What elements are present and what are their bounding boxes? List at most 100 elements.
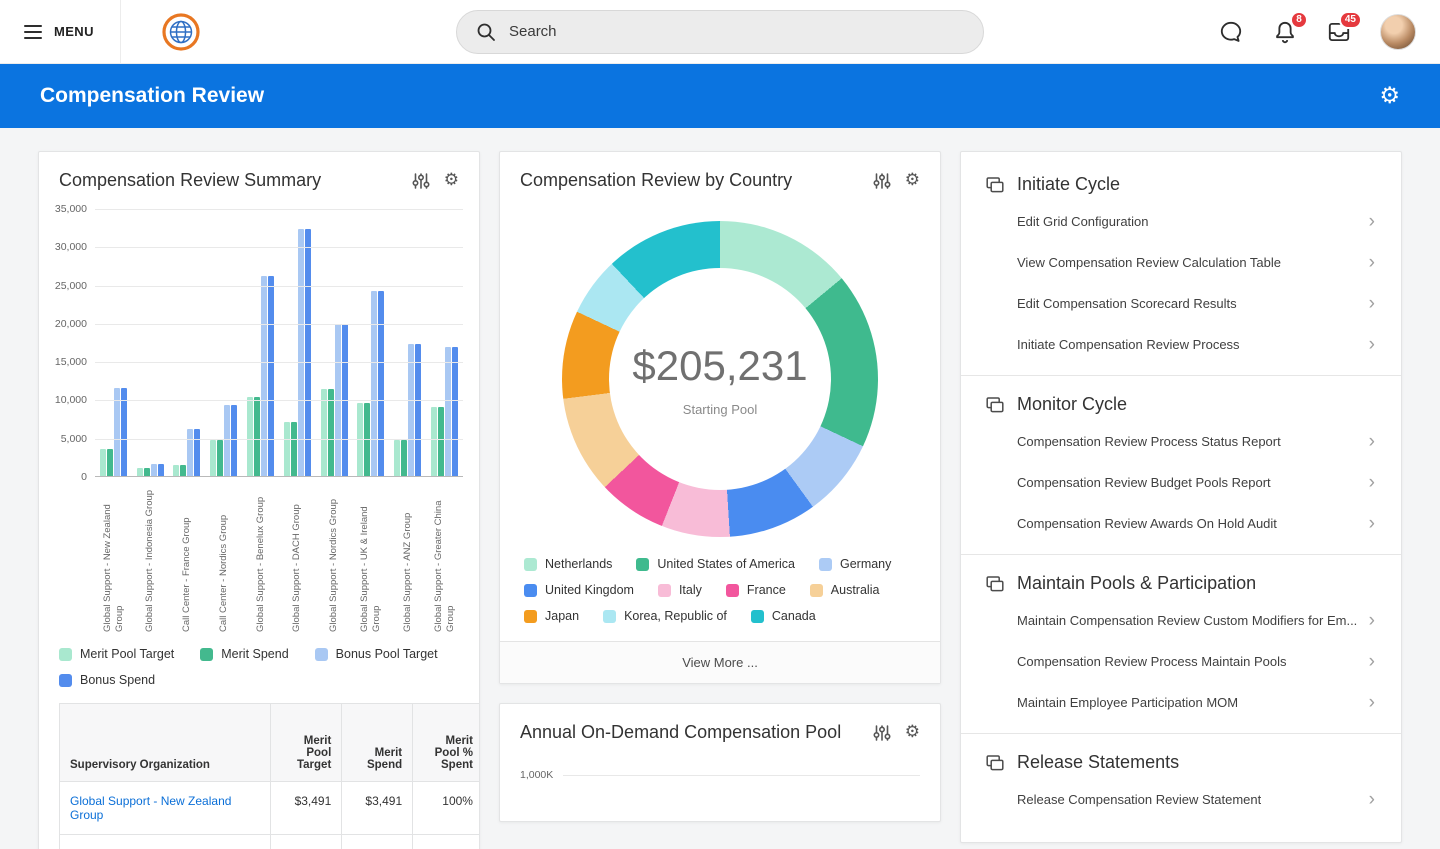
chart-settings-icon[interactable] bbox=[873, 724, 891, 742]
chevron-right-icon: › bbox=[1369, 693, 1375, 712]
bar-merit-spend[interactable] bbox=[291, 422, 297, 476]
company-logo[interactable] bbox=[161, 12, 201, 52]
bar-merit-spend[interactable] bbox=[217, 440, 223, 476]
chevron-right-icon: › bbox=[1369, 514, 1375, 533]
bar-merit-pool-target[interactable] bbox=[173, 465, 179, 476]
divider bbox=[120, 0, 121, 64]
y-axis-tick-label: 25,000 bbox=[55, 280, 87, 292]
legend-swatch bbox=[726, 584, 739, 597]
bar-bonus-spend[interactable] bbox=[158, 464, 164, 476]
bar-merit-spend[interactable] bbox=[144, 468, 150, 476]
annual-on-demand-pool-card: Annual On-Demand Compensation Pool ⚙ bbox=[499, 703, 941, 822]
bar-bonus-spend[interactable] bbox=[452, 347, 458, 476]
x-axis-category-label: Global Support - Nordics Group bbox=[316, 477, 353, 633]
hamburger-icon bbox=[24, 25, 42, 39]
search-input[interactable] bbox=[509, 23, 965, 40]
bar-merit-pool-target[interactable] bbox=[137, 468, 143, 476]
task-section: Release StatementsRelease Compensation R… bbox=[961, 733, 1401, 830]
table-header-cell: Merit Spend bbox=[342, 704, 413, 782]
gridline bbox=[95, 324, 463, 325]
bar-bonus-spend[interactable] bbox=[415, 344, 421, 476]
bar-bonus-pool-target[interactable] bbox=[371, 291, 377, 476]
bar-bonus-pool-target[interactable] bbox=[261, 276, 267, 476]
bar-bonus-pool-target[interactable] bbox=[408, 344, 414, 476]
bar-bonus-spend[interactable] bbox=[378, 291, 384, 476]
legend-label: Merit Pool Target bbox=[80, 647, 174, 661]
chevron-right-icon: › bbox=[1369, 473, 1375, 492]
bar-merit-pool-target[interactable] bbox=[247, 397, 253, 476]
table-header-row: Supervisory OrganizationMerit Pool Targe… bbox=[60, 704, 480, 782]
task-label: Maintain Compensation Review Custom Modi… bbox=[1017, 613, 1357, 628]
task-link[interactable]: Compensation Review Process Maintain Poo… bbox=[985, 641, 1377, 682]
legend-item: Merit Spend bbox=[200, 647, 288, 661]
table-row: Global Support - New Zealand Group$3,491… bbox=[60, 782, 480, 835]
task-label: Initiate Compensation Review Process bbox=[1017, 337, 1240, 352]
table-cell: 100% bbox=[413, 782, 479, 835]
bar-merit-pool-target[interactable] bbox=[210, 440, 216, 476]
bar-merit-spend[interactable] bbox=[107, 449, 113, 476]
task-link[interactable]: Edit Compensation Scorecard Results› bbox=[985, 283, 1377, 324]
bar-merit-spend[interactable] bbox=[180, 465, 186, 476]
bar-merit-spend[interactable] bbox=[328, 389, 334, 476]
bar-bonus-pool-target[interactable] bbox=[151, 464, 157, 476]
bar-merit-spend[interactable] bbox=[254, 397, 260, 476]
task-link[interactable]: Release Compensation Review Statement› bbox=[985, 779, 1377, 820]
x-axis-category-label: Global Support - Indonesia Group bbox=[132, 477, 169, 633]
y-axis-tick-label: 20,000 bbox=[55, 318, 87, 330]
profile-avatar[interactable] bbox=[1380, 14, 1416, 50]
bar-merit-pool-target[interactable] bbox=[100, 449, 106, 476]
bar-merit-pool-target[interactable] bbox=[431, 407, 437, 476]
chat-button[interactable] bbox=[1218, 19, 1244, 45]
task-link[interactable]: View Compensation Review Calculation Tab… bbox=[985, 242, 1377, 283]
notifications-button[interactable]: 8 bbox=[1272, 19, 1298, 45]
table-cell-org: Global Support - New Zealand Group bbox=[60, 782, 271, 835]
gridline bbox=[95, 400, 463, 401]
task-link[interactable]: Initiate Compensation Review Process› bbox=[985, 324, 1377, 365]
reports-icon bbox=[985, 753, 1005, 773]
task-link[interactable]: Maintain Compensation Review Custom Modi… bbox=[985, 600, 1377, 641]
bar-merit-pool-target[interactable] bbox=[321, 389, 327, 476]
bar-bonus-pool-target[interactable] bbox=[224, 405, 230, 476]
chart-settings-icon[interactable] bbox=[412, 172, 430, 190]
bar-bonus-spend[interactable] bbox=[268, 276, 274, 476]
bar-group bbox=[426, 209, 463, 476]
inbox-button[interactable]: 45 bbox=[1326, 19, 1352, 45]
legend-label: Japan bbox=[545, 609, 579, 623]
card-gear-icon[interactable]: ⚙ bbox=[905, 724, 920, 741]
legend-label: Italy bbox=[679, 583, 702, 597]
legend-swatch bbox=[819, 558, 832, 571]
task-link[interactable]: Maintain Employee Participation MOM› bbox=[985, 682, 1377, 723]
bar-bonus-pool-target[interactable] bbox=[187, 429, 193, 476]
x-axis-category-label: Global Support - Greater China Group bbox=[426, 477, 463, 633]
card-title: Compensation Review Summary bbox=[59, 170, 398, 191]
gridline bbox=[95, 209, 463, 210]
menu-label: MENU bbox=[54, 24, 94, 39]
legend-swatch bbox=[59, 648, 72, 661]
bar-bonus-spend[interactable] bbox=[231, 405, 237, 476]
legend-item: Bonus Spend bbox=[59, 673, 155, 687]
bar-merit-spend[interactable] bbox=[401, 440, 407, 476]
y-axis-tick-label: 35,000 bbox=[55, 203, 87, 215]
global-menu-button[interactable]: MENU bbox=[24, 24, 94, 39]
task-label: Compensation Review Process Maintain Poo… bbox=[1017, 654, 1287, 669]
task-link[interactable]: Compensation Review Awards On Hold Audit… bbox=[985, 503, 1377, 544]
bar-merit-pool-target[interactable] bbox=[284, 422, 290, 476]
page-settings-gear-icon[interactable]: ⚙ bbox=[1379, 85, 1400, 108]
card-gear-icon[interactable]: ⚙ bbox=[444, 172, 459, 189]
view-more-button[interactable]: View More ... bbox=[500, 641, 940, 683]
chart-settings-icon[interactable] bbox=[873, 172, 891, 190]
legend-item: United Kingdom bbox=[524, 583, 634, 597]
bar-merit-spend[interactable] bbox=[438, 407, 444, 476]
bar-group bbox=[389, 209, 426, 476]
supervisory-org-link[interactable]: Global Support - New Zealand Group bbox=[70, 794, 231, 822]
task-link[interactable]: Compensation Review Budget Pools Report› bbox=[985, 462, 1377, 503]
bar-merit-pool-target[interactable] bbox=[394, 440, 400, 476]
legend-label: Korea, Republic of bbox=[624, 609, 727, 623]
bar-bonus-pool-target[interactable] bbox=[445, 347, 451, 476]
bar-bonus-spend[interactable] bbox=[194, 429, 200, 476]
task-link[interactable]: Compensation Review Process Status Repor… bbox=[985, 421, 1377, 462]
gridline bbox=[563, 775, 920, 776]
task-link[interactable]: Edit Grid Configuration› bbox=[985, 201, 1377, 242]
card-gear-icon[interactable]: ⚙ bbox=[905, 172, 920, 189]
global-search[interactable] bbox=[456, 10, 984, 54]
